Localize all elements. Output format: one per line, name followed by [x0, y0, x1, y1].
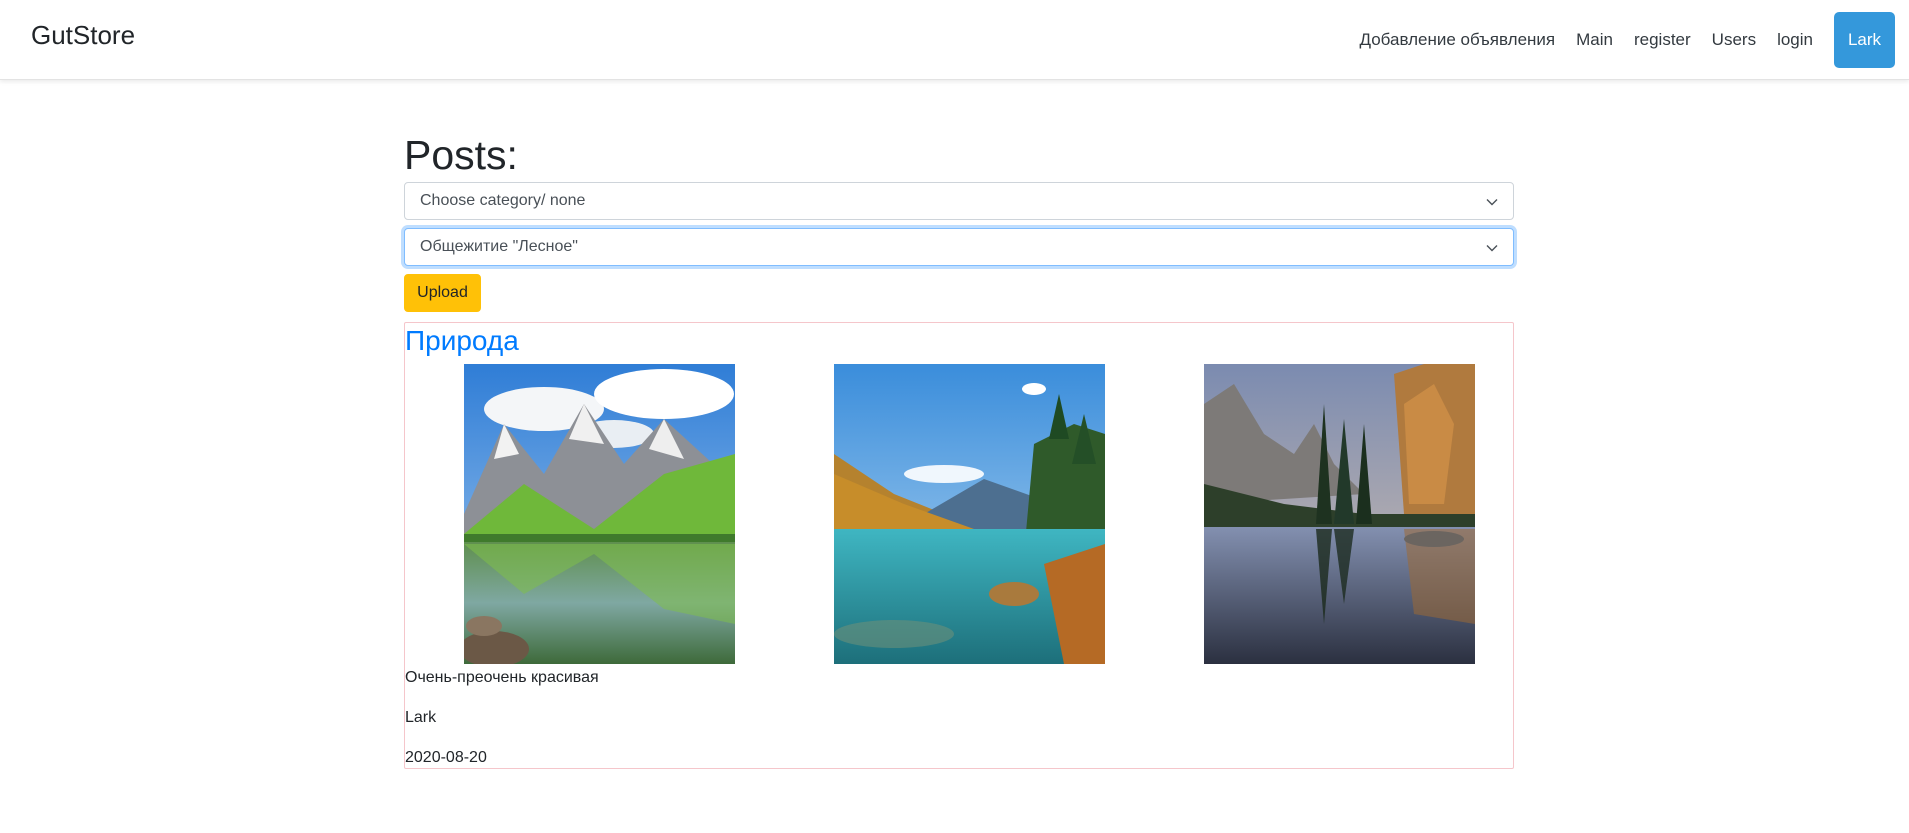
upload-button[interactable]: Upload — [404, 274, 481, 312]
post-card: Природа Очень-преочень красивая Lark 202… — [404, 322, 1514, 769]
chevron-down-icon — [1486, 245, 1498, 252]
navbar: GutStore Добавление объявления Main regi… — [0, 0, 1909, 80]
brand-logo[interactable]: GutStore — [31, 20, 135, 51]
location-select[interactable]: Общежитие "Лесное" — [404, 228, 1514, 266]
chevron-down-icon — [1486, 199, 1498, 206]
post-author: Lark — [405, 709, 437, 726]
location-select-value: Общежитие "Лесное" — [420, 238, 578, 255]
post-image-turquoise-lake[interactable] — [834, 364, 1105, 664]
main-content: Posts: Choose category/ none Общежитие "… — [404, 130, 1514, 312]
nav-links: Добавление объявления Main register User… — [1339, 8, 1895, 72]
category-select-value: Choose category/ none — [420, 192, 586, 209]
post-date: 2020-08-20 — [405, 749, 487, 766]
post-image-mountain-lake[interactable] — [464, 364, 735, 664]
nav-register[interactable]: register — [1634, 30, 1691, 50]
page-title: Posts: — [404, 132, 518, 178]
nav-add-listing[interactable]: Добавление объявления — [1360, 30, 1556, 50]
post-title[interactable]: Природа — [405, 323, 519, 359]
user-button[interactable]: Lark — [1834, 12, 1895, 68]
category-select[interactable]: Choose category/ none — [404, 182, 1514, 220]
nav-login[interactable]: login — [1777, 30, 1813, 50]
nav-main[interactable]: Main — [1576, 30, 1613, 50]
post-image-pine-lake[interactable] — [1204, 364, 1475, 664]
nav-users[interactable]: Users — [1712, 30, 1756, 50]
post-description: Очень-преочень красивая — [405, 669, 599, 686]
